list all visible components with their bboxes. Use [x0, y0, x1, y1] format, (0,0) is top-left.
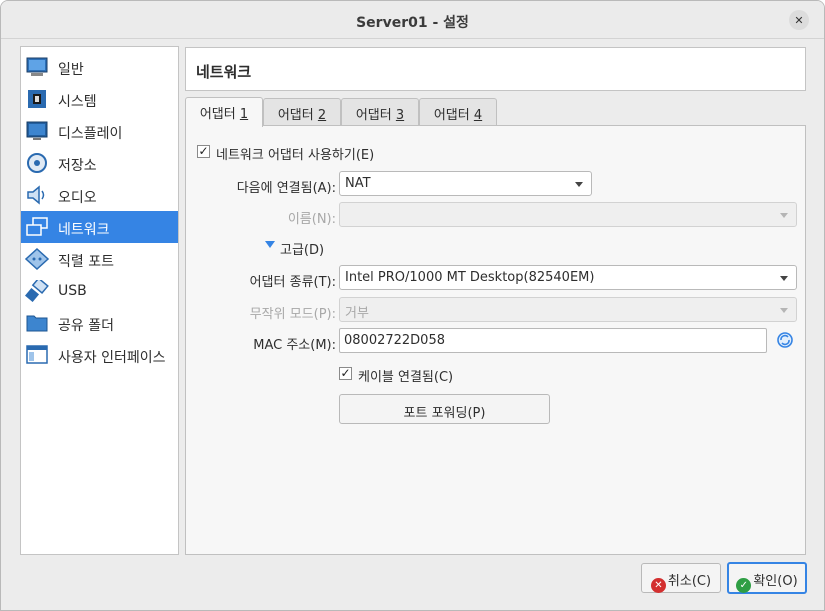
tab-label: 어댑터	[277, 108, 314, 123]
check-icon: ✓	[736, 578, 752, 593]
promiscuous-mode-select[interactable]: 거부	[339, 297, 797, 322]
display-monitor-icon	[26, 121, 48, 140]
tab-label: 어댑터	[433, 108, 470, 123]
sidebar-item-display[interactable]: 디스플레이	[21, 115, 178, 147]
port-forwarding-button[interactable]: 포트 포워딩(P)	[339, 394, 550, 424]
close-icon: ✕	[794, 13, 804, 27]
tab-number: 1	[239, 107, 249, 122]
tab-adapter-2[interactable]: 어댑터 2	[263, 98, 341, 126]
cable-connected-checkbox[interactable]: ✓	[339, 367, 352, 380]
window-title: Server01 - 설정	[356, 15, 469, 31]
general-monitor-icon	[26, 57, 48, 76]
sidebar-item-system[interactable]: 시스템	[21, 83, 178, 115]
cable-connected-label: 케이블 연결됨(C)	[358, 370, 454, 385]
checkmark-icon: ✓	[198, 144, 209, 158]
chevron-down-icon	[575, 182, 583, 187]
tab-number: 3	[395, 108, 405, 123]
attached-to-label: 다음에 연결됨(A):	[236, 181, 336, 196]
promiscuous-mode-value: 거부	[345, 306, 369, 321]
ok-button[interactable]: ✓ 확인(O)	[727, 562, 807, 594]
network-icon	[26, 217, 48, 236]
sidebar-item-serial-port[interactable]: 직렬 포트	[21, 243, 178, 275]
sidebar-item-label: USB	[58, 283, 87, 299]
ok-label: 확인(O)	[753, 574, 798, 589]
speaker-icon	[27, 185, 45, 205]
enable-adapter-checkbox[interactable]: ✓	[197, 145, 210, 158]
sidebar-item-label: 시스템	[58, 94, 97, 110]
sidebar-item-audio[interactable]: 오디오	[21, 179, 178, 211]
sidebar-item-usb[interactable]: USB	[21, 275, 178, 307]
title-bar: Server01 - 설정 ✕	[1, 1, 824, 39]
mac-address-value: 08002722D058	[344, 333, 445, 348]
name-label: 이름(N):	[287, 212, 336, 227]
ui-window-icon	[26, 345, 48, 364]
sidebar-item-label: 일반	[58, 62, 84, 78]
cancel-label: 취소(C)	[667, 574, 712, 589]
adapter-type-label: 어댑터 종류(T):	[249, 275, 336, 290]
sidebar-item-label: 직렬 포트	[58, 254, 114, 270]
mac-address-input[interactable]: 08002722D058	[339, 328, 767, 353]
attached-to-select[interactable]: NAT	[339, 171, 592, 196]
close-button[interactable]: ✕	[789, 10, 809, 30]
sidebar-item-label: 사용자 인터페이스	[58, 350, 166, 366]
tab-label: 어댑터	[355, 108, 392, 123]
promiscuous-mode-label: 무작위 모드(P):	[249, 307, 336, 322]
advanced-toggle[interactable]: 고급(D)	[280, 239, 324, 258]
storage-disk-icon	[27, 153, 47, 173]
sidebar-item-storage[interactable]: 저장소	[21, 147, 178, 179]
usb-icon	[25, 280, 49, 302]
chevron-down-icon	[780, 276, 788, 281]
sidebar-item-label: 오디오	[58, 190, 97, 206]
tab-label: 어댑터	[199, 107, 236, 122]
sidebar-item-label: 네트워크	[58, 222, 110, 238]
tab-adapter-1[interactable]: 어댑터 1	[185, 97, 263, 127]
cancel-button[interactable]: ✕ 취소(C)	[641, 563, 721, 593]
refresh-icon[interactable]	[776, 331, 794, 349]
chip-icon	[28, 90, 46, 108]
tab-adapter-4[interactable]: 어댑터 4	[419, 98, 497, 126]
sidebar-item-network[interactable]: 네트워크	[21, 211, 178, 243]
expand-triangle-icon[interactable]	[265, 241, 275, 248]
attached-to-value: NAT	[345, 176, 371, 191]
tab-number: 2	[317, 108, 327, 123]
enable-adapter-label: 네트워크 어댑터 사용하기(E)	[216, 148, 375, 163]
adapter-type-value: Intel PRO/1000 MT Desktop(82540EM)	[345, 270, 595, 285]
folder-icon	[26, 315, 48, 332]
adapter-type-select[interactable]: Intel PRO/1000 MT Desktop(82540EM)	[339, 265, 797, 290]
section-header: 네트워크	[185, 47, 806, 91]
page-title: 네트워크	[196, 63, 252, 81]
name-select[interactable]	[339, 202, 797, 227]
sidebar-item-shared-folders[interactable]: 공유 폴더	[21, 307, 178, 339]
tab-adapter-3[interactable]: 어댑터 3	[341, 98, 419, 126]
sidebar-item-label: 저장소	[58, 158, 97, 174]
sidebar-item-label: 공유 폴더	[58, 318, 114, 334]
tab-number: 4	[473, 108, 483, 123]
chevron-down-icon	[780, 308, 788, 313]
sidebar-item-general[interactable]: 일반	[21, 51, 178, 83]
port-forwarding-label: 포트 포워딩(P)	[403, 406, 486, 421]
sidebar-item-label: 디스플레이	[58, 126, 123, 142]
sidebar-item-user-interface[interactable]: 사용자 인터페이스	[21, 339, 178, 371]
adapter-panel: ✓ 네트워크 어댑터 사용하기(E) 다음에 연결됨(A): NAT 이름(N)…	[185, 125, 806, 555]
settings-sidebar: 일반 시스템 디스플레이 저장소 오디오 네트워크 직렬 포트 USB 공유 폴…	[20, 46, 179, 555]
cancel-icon: ✕	[650, 578, 666, 593]
mac-address-label: MAC 주소(M):	[253, 338, 336, 353]
serial-port-icon	[25, 248, 49, 270]
settings-window: Server01 - 설정 ✕ 일반 시스템 디스플레이 저장소 오디오 네트워…	[0, 0, 825, 611]
checkmark-icon: ✓	[340, 366, 351, 380]
chevron-down-icon	[780, 213, 788, 218]
